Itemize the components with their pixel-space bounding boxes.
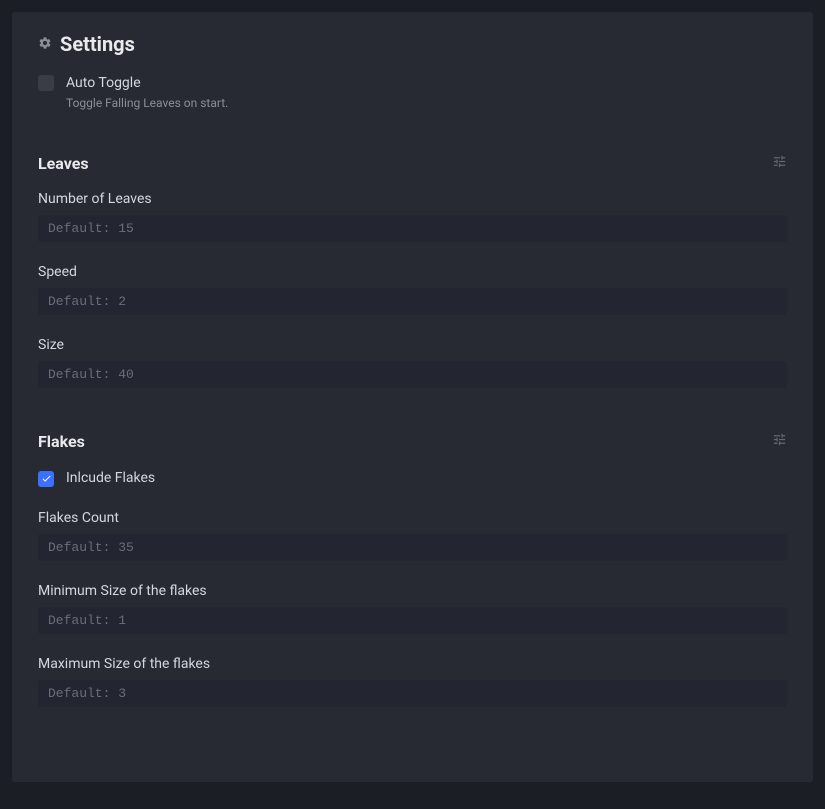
leaves-count-field: Number of Leaves <box>38 191 787 242</box>
leaves-section: Leaves Number of Leaves Speed Size <box>38 154 787 388</box>
flakes-minsize-label: Minimum Size of the flakes <box>38 583 787 599</box>
leaves-title: Leaves <box>38 154 89 173</box>
leaves-settings-icon[interactable] <box>772 154 787 173</box>
include-flakes-checkbox[interactable] <box>38 471 54 487</box>
flakes-maxsize-field: Maximum Size of the flakes <box>38 656 787 707</box>
settings-panel: Settings Auto Toggle Toggle Falling Leav… <box>12 12 813 782</box>
auto-toggle-checkbox[interactable] <box>38 75 54 91</box>
auto-toggle-description: Toggle Falling Leaves on start. <box>66 96 228 110</box>
flakes-count-label: Flakes Count <box>38 510 787 526</box>
page-title: Settings <box>60 32 135 56</box>
gear-icon <box>38 35 52 54</box>
leaves-speed-field: Speed <box>38 264 787 315</box>
leaves-speed-input[interactable] <box>38 288 787 315</box>
flakes-count-field: Flakes Count <box>38 510 787 561</box>
leaves-size-field: Size <box>38 337 787 388</box>
flakes-maxsize-input[interactable] <box>38 680 787 707</box>
leaves-speed-label: Speed <box>38 264 787 280</box>
settings-header: Settings <box>38 32 787 56</box>
leaves-size-label: Size <box>38 337 787 353</box>
flakes-settings-icon[interactable] <box>772 432 787 451</box>
leaves-size-input[interactable] <box>38 361 787 388</box>
include-flakes-row: Inlcude Flakes <box>38 469 787 489</box>
flakes-minsize-field: Minimum Size of the flakes <box>38 583 787 634</box>
flakes-title: Flakes <box>38 432 85 451</box>
flakes-maxsize-label: Maximum Size of the flakes <box>38 656 787 672</box>
flakes-section: Flakes Inlcude Flakes Flakes Count Minim… <box>38 432 787 708</box>
leaves-section-header: Leaves <box>38 154 787 173</box>
flakes-minsize-input[interactable] <box>38 607 787 634</box>
auto-toggle-label-group: Auto Toggle Toggle Falling Leaves on sta… <box>66 74 228 110</box>
auto-toggle-label: Auto Toggle <box>66 74 228 94</box>
flakes-section-header: Flakes <box>38 432 787 451</box>
auto-toggle-row: Auto Toggle Toggle Falling Leaves on sta… <box>38 74 787 110</box>
leaves-count-input[interactable] <box>38 215 787 242</box>
leaves-count-label: Number of Leaves <box>38 191 787 207</box>
flakes-count-input[interactable] <box>38 534 787 561</box>
include-flakes-label: Inlcude Flakes <box>66 469 155 489</box>
